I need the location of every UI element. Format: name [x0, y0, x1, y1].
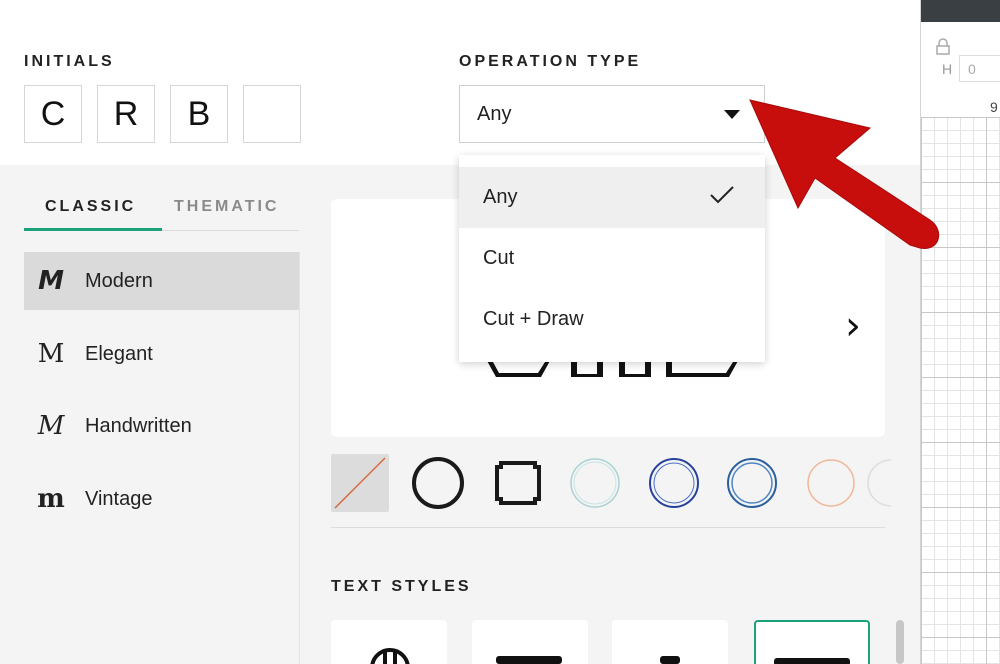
operation-type-menu: Any Cut Cut + Draw: [459, 155, 765, 362]
canvas-toolbar: [921, 0, 1000, 22]
text-style-card-3[interactable]: [612, 620, 728, 664]
initial-box-3[interactable]: B: [170, 85, 228, 143]
menu-item-label: Cut: [483, 247, 515, 269]
font-item-label: Vintage: [85, 487, 153, 510]
text-styles-label: TEXT STYLES: [331, 578, 472, 595]
text-style-card-2[interactable]: [472, 620, 588, 664]
lock-icon[interactable]: [936, 38, 950, 55]
font-item-label: Elegant: [85, 342, 153, 365]
menu-item-label: Any: [483, 186, 518, 208]
frame-none[interactable]: [331, 454, 389, 512]
chevron-right-icon[interactable]: ›: [845, 303, 861, 349]
left-column-divider: [299, 252, 300, 664]
menu-item-label: Cut + Draw: [483, 308, 584, 330]
height-input[interactable]: 0: [959, 55, 1000, 82]
font-item-label: Handwritten: [85, 414, 192, 437]
text-style-preview: [370, 648, 410, 664]
frame-peach-circle[interactable]: [807, 459, 855, 507]
frame-circle[interactable]: [412, 457, 464, 509]
operation-type-value: Any: [477, 102, 512, 125]
active-tab-indicator: [24, 228, 162, 231]
font-item-modern[interactable]: M Modern: [24, 252, 299, 310]
frames-divider: [331, 527, 885, 528]
initial-box-1[interactable]: C: [24, 85, 82, 143]
vintage-m-icon: m: [37, 484, 65, 514]
text-style-card-1[interactable]: [331, 620, 447, 664]
menu-item-cut-draw[interactable]: Cut + Draw: [459, 289, 765, 350]
tab-classic[interactable]: CLASSIC: [45, 198, 136, 216]
caret-down-icon: [724, 110, 740, 119]
text-style-preview: [496, 656, 562, 664]
initials-label: INITIALS: [24, 53, 115, 70]
scrollbar[interactable]: [896, 620, 904, 664]
text-style-card-4-selected[interactable]: [754, 620, 870, 664]
text-style-preview: [660, 656, 680, 664]
frame-ring-circle[interactable]: [727, 458, 777, 508]
frame-shapes: [331, 454, 891, 512]
operation-type-select[interactable]: Any: [459, 85, 765, 143]
modern-m-icon: M: [38, 266, 64, 296]
initial-box-4[interactable]: [243, 85, 301, 143]
ruler-number: 9: [990, 99, 998, 115]
frame-partial[interactable]: [867, 459, 891, 507]
font-item-elegant[interactable]: M Elegant: [24, 325, 299, 383]
frame-square[interactable]: [495, 461, 541, 505]
frame-thin-circle[interactable]: [570, 458, 620, 508]
font-item-vintage[interactable]: m Vintage: [24, 470, 299, 528]
elegant-m-icon: M: [37, 339, 65, 369]
tab-thematic[interactable]: THEMATIC: [174, 198, 279, 216]
font-item-handwritten[interactable]: M Handwritten: [24, 397, 299, 455]
handwritten-m-icon: M: [37, 411, 65, 441]
operation-type-label: OPERATION TYPE: [459, 53, 642, 70]
menu-item-cut[interactable]: Cut: [459, 228, 765, 289]
red-arrow-icon: [749, 99, 940, 249]
menu-item-any[interactable]: Any: [459, 167, 765, 228]
text-style-preview: [774, 658, 850, 664]
initial-box-2[interactable]: R: [97, 85, 155, 143]
height-label: H: [942, 61, 953, 77]
font-item-label: Modern: [85, 269, 153, 292]
checkmark-icon: [710, 186, 734, 204]
frame-double-circle[interactable]: [649, 458, 699, 508]
